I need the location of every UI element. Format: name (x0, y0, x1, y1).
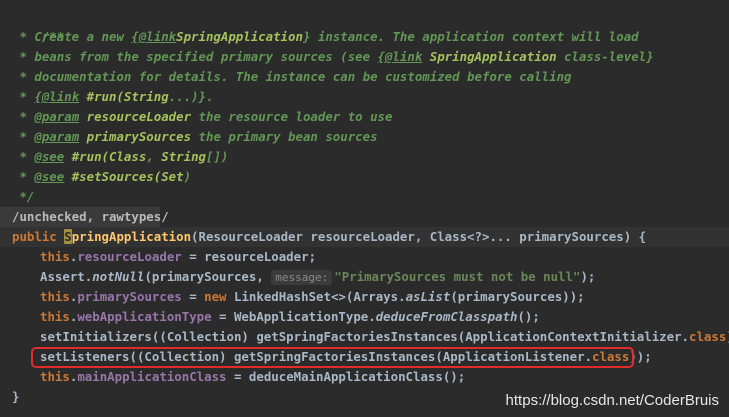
watermark: https://blog.csdn.net/CoderBruis (505, 392, 719, 409)
parameter-name-hint: message: (271, 270, 333, 285)
javadoc-tag: @see (34, 169, 65, 184)
javadoc-param-resource-loader: * @param resourceLoader the resource loa… (12, 109, 393, 124)
javadoc-tag: @see (34, 149, 65, 164)
javadoc-link[interactable]: {@link (131, 29, 176, 44)
code-line-main-application-class[interactable]: this.mainApplicationClass = deduceMainAp… (40, 367, 729, 387)
javadoc-line-3: * documentation for details. The instanc… (12, 69, 572, 84)
javadoc-tag: @param (34, 109, 80, 124)
javadoc-see-set-sources: * @see #setSources(Set) (12, 169, 192, 184)
javadoc-link[interactable]: {@link (34, 89, 79, 104)
javadoc-tag: @param (34, 129, 80, 144)
javadoc-link-ref[interactable]: #setSources( (64, 169, 162, 184)
javadoc-link[interactable]: {@link (378, 49, 423, 64)
code-line-web-application-type[interactable]: this.webApplicationType = WebApplication… (40, 307, 729, 327)
javadoc-link-ref[interactable]: SpringApplication (176, 29, 303, 44)
javadoc-line-4: * {@link #run(String...)}. (12, 89, 214, 104)
javadoc-line-2: * beans from the specified primary sourc… (12, 49, 654, 64)
highlight-annotation-box (31, 347, 634, 368)
code-line-assert-not-null[interactable]: Assert.notNull(primarySources, message: "… (40, 267, 729, 287)
text-caret-highlight: S (64, 229, 72, 244)
suppress-warnings-annotation[interactable]: /unchecked, rawtypes/ (12, 207, 729, 227)
javadoc-close: */ (12, 189, 35, 204)
javadoc-line-1: * Create a new {@linkSpringApplication} … (12, 29, 639, 44)
code-editor[interactable]: /** * Create a new {@linkSpringApplicati… (0, 0, 729, 417)
javadoc-see-run: * @see #run(Class, String[]) (12, 149, 229, 164)
code-line-set-initializers[interactable]: setInitializers((Collection) getSpringFa… (40, 327, 729, 347)
javadoc-link-ref[interactable]: #run( (79, 89, 124, 104)
javadoc-open: /** (41, 29, 65, 44)
javadoc-link-ref[interactable]: #run( (64, 149, 109, 164)
constructor-signature[interactable]: public SpringApplication(ResourceLoader … (12, 227, 729, 247)
javadoc-param-primary-sources: * @param primarySources the primary bean… (12, 129, 378, 144)
code-line-primary-sources[interactable]: this.primarySources = new LinkedHashSet<… (40, 287, 729, 307)
javadoc-link-ref[interactable]: SpringApplication (430, 49, 557, 64)
code-line-resource-loader[interactable]: this.resourceLoader = resourceLoader; (40, 247, 729, 267)
